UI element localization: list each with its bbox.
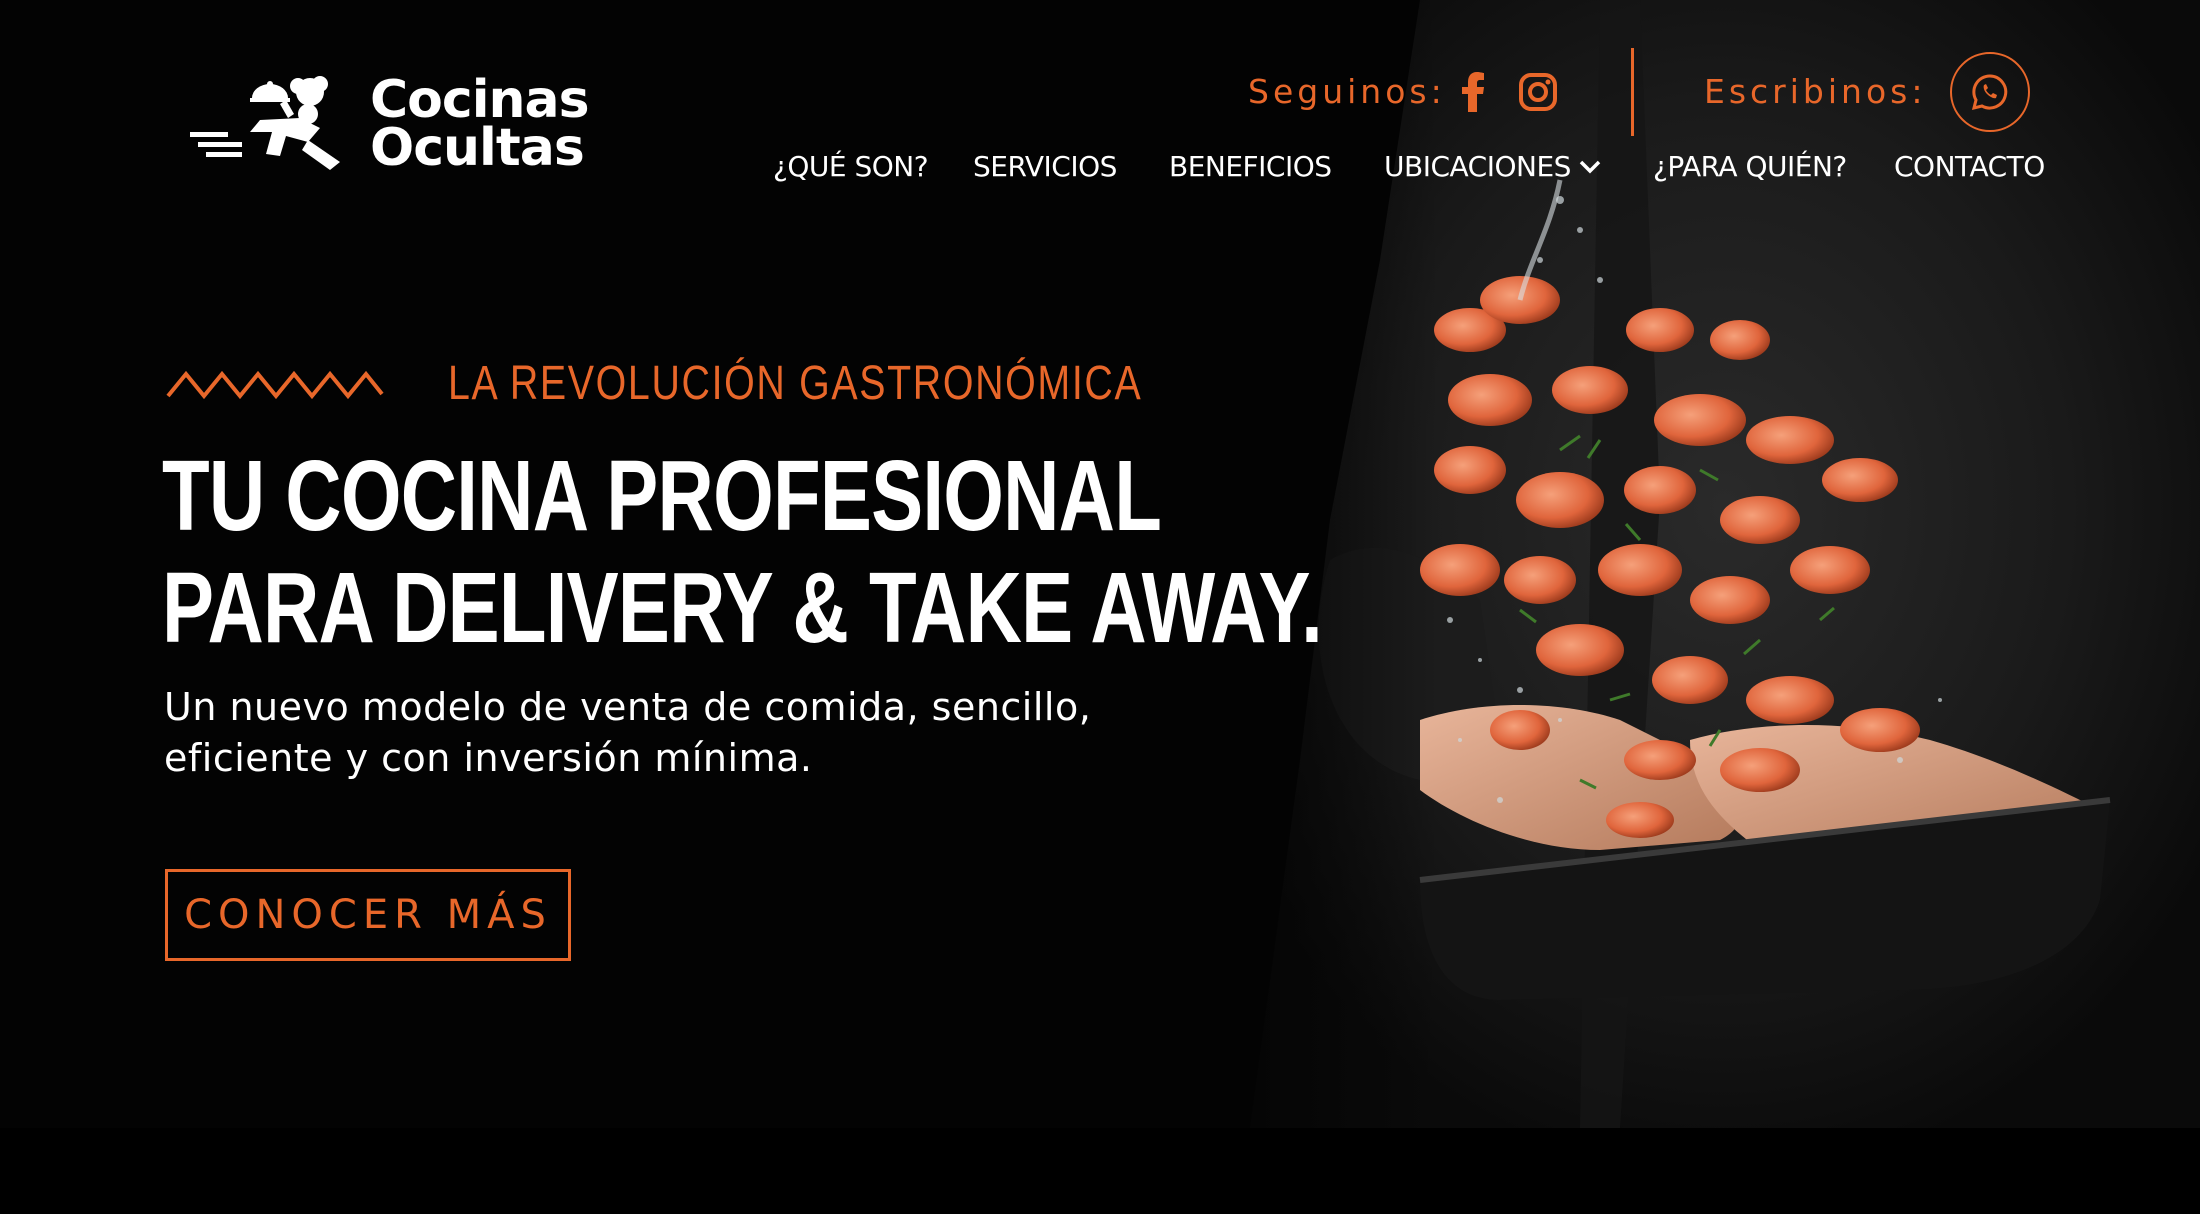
nav-item-que-son[interactable]: ¿QUÉ SON? <box>773 150 929 183</box>
running-chef-icon <box>190 76 340 170</box>
conocer-mas-button[interactable]: CONOCER MÁS <box>165 869 571 961</box>
hero-subtext-line-2: eficiente y con inversión mínima. <box>164 736 813 780</box>
hero-headline: TU COCINA PROFESIONAL PARA DELIVERY & TA… <box>162 440 1323 664</box>
nav-item-contacto[interactable]: CONTACTO <box>1894 150 2045 183</box>
whatsapp-icon <box>1971 74 2008 111</box>
nav-item-servicios[interactable]: SERVICIOS <box>973 150 1117 183</box>
whatsapp-button[interactable] <box>1950 52 2030 132</box>
facebook-icon[interactable] <box>1458 72 1488 112</box>
page-bottom-band <box>0 1128 2200 1214</box>
nav-item-para-quien[interactable]: ¿PARA QUIÉN? <box>1653 150 1847 183</box>
hero-headline-line-2: PARA DELIVERY & TAKE AWAY. <box>162 552 1323 664</box>
write-label: Escribinos: <box>1704 72 1927 111</box>
hero-headline-line-1: TU COCINA PROFESIONAL <box>162 440 1162 552</box>
hero-subtext: Un nuevo modelo de venta de comida, senc… <box>164 682 1144 784</box>
hero-subtext-line-1: Un nuevo modelo de venta de comida, senc… <box>164 685 1092 729</box>
follow-label: Seguinos: <box>1248 72 1446 111</box>
hero-eyebrow: LA REVOLUCIÓN GASTRONÓMICA <box>448 357 1143 410</box>
nav-item-ubicaciones[interactable]: UBICACIONES <box>1384 150 1601 183</box>
instagram-icon[interactable] <box>1518 72 1558 112</box>
hero-section: Cocinas Ocultas Seguinos: Escribinos: ¿Q… <box>0 0 2200 1128</box>
zigzag-decoration-icon <box>166 370 384 400</box>
brand-line-2: Ocultas <box>370 118 585 178</box>
header-divider <box>1631 48 1634 136</box>
nav-item-ubicaciones-label: UBICACIONES <box>1384 150 1571 183</box>
nav-item-beneficios[interactable]: BENEFICIOS <box>1169 150 1332 183</box>
brand-wordmark: Cocinas Ocultas <box>370 74 590 178</box>
chevron-down-icon <box>1579 160 1601 173</box>
brand-logo[interactable]: Cocinas Ocultas <box>190 70 610 180</box>
